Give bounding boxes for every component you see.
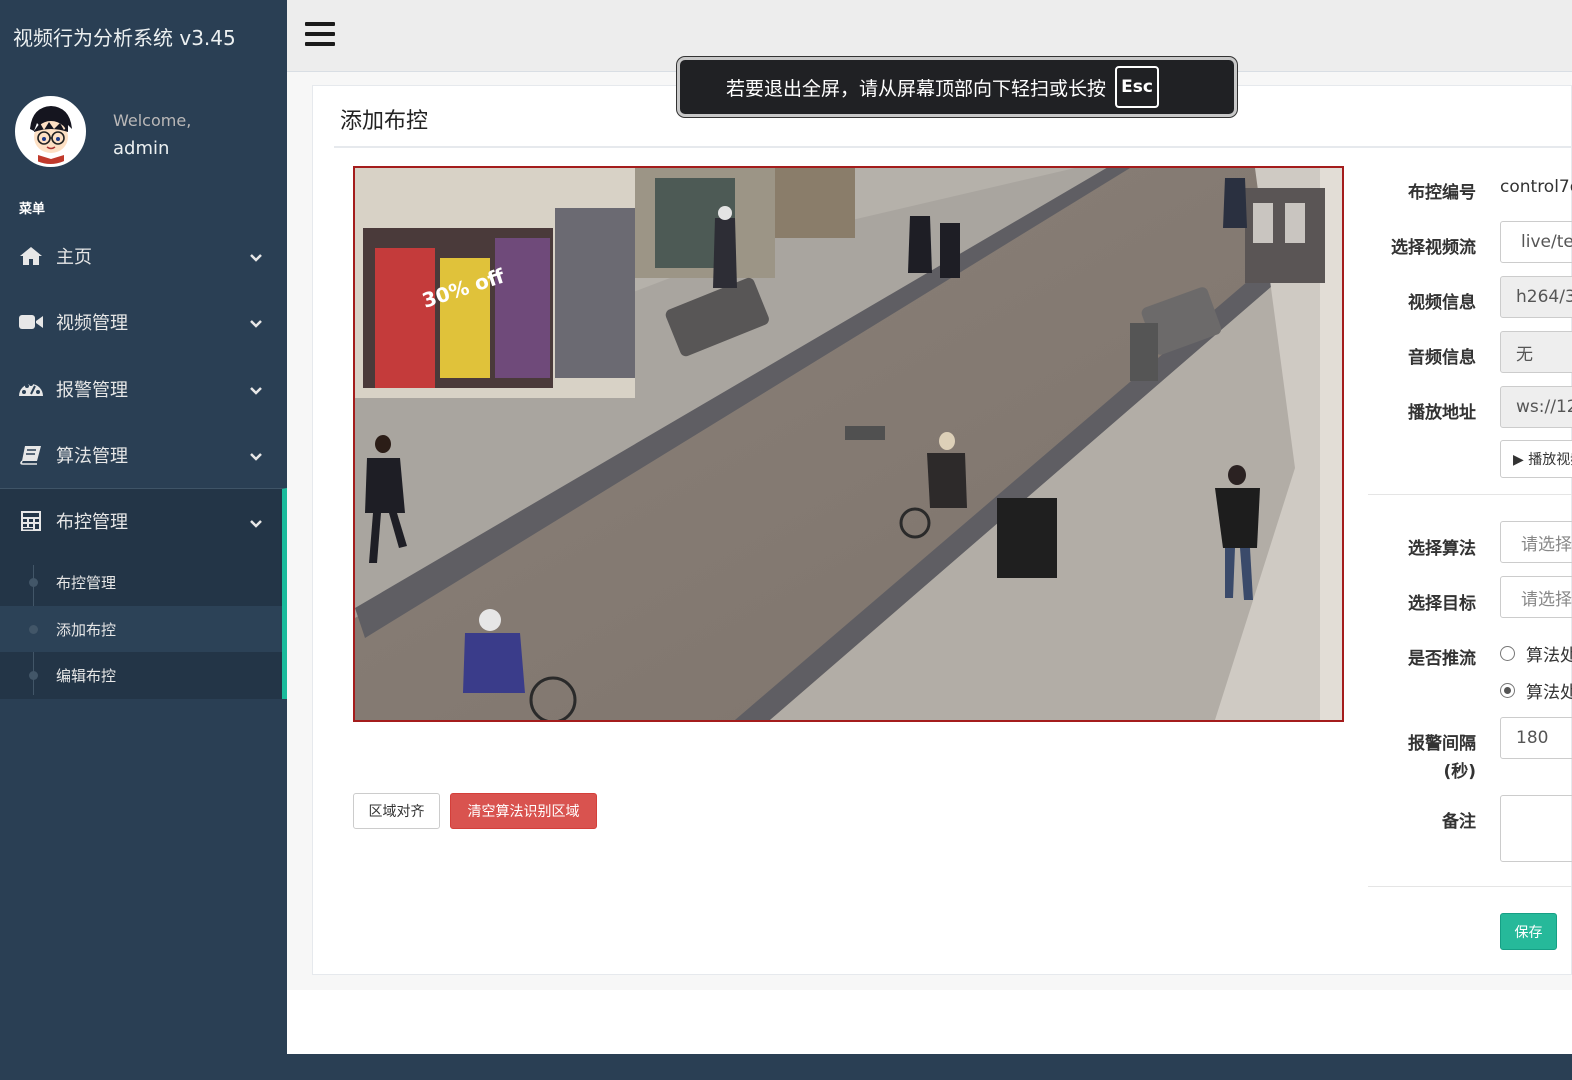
app-title[interactable]: 视频行为分析系统 v3.45 [13,22,236,51]
alarm-interval-label: 报警间隔 [1408,734,1476,754]
sidebar: 视频行为分析系统 v3.45 Welcome, admin 菜单 主页 视频管理… [0,0,287,1080]
video-info-field: h264/3 [1500,276,1572,318]
sidebar-item-video-management[interactable]: 视频管理 [0,289,287,355]
sub-item-label: 添加布控 [56,620,117,639]
sidebar-item-control-management[interactable]: 布控管理 [0,488,287,554]
chevron-down-icon [249,446,263,467]
remark-label: 备注 [1442,812,1476,832]
video-stream-label: 选择视频流 [1391,238,1476,258]
chevron-down-icon [249,380,263,401]
avatar [15,96,86,167]
sub-menu: 布控管理 添加布控 编辑布控 [0,553,287,699]
bullet-icon [29,670,38,680]
form-divider [1368,886,1572,887]
algorithm-label: 选择算法 [1408,539,1476,559]
chevron-down-icon [249,313,263,334]
dashboard-icon [18,378,44,400]
sidebar-item-label: 主页 [56,247,92,268]
play-url-field: ws://12 [1500,386,1572,428]
sidebar-item-label: 报警管理 [56,380,128,401]
page-title: 添加布控 [340,109,429,134]
bullet-icon [29,624,38,634]
bullet-icon [29,577,38,587]
video-info-label: 视频信息 [1408,293,1476,313]
sidebar-item-alarm-management[interactable]: 报警管理 [0,356,287,422]
menu-toggle-icon[interactable] [305,22,335,48]
audio-info-label: 音频信息 [1408,348,1476,368]
welcome-text: Welcome, [113,111,192,130]
video-stream-select[interactable]: live/te [1500,221,1572,263]
sub-item-label: 编辑布控 [56,666,117,685]
chevron-down-icon [249,247,263,268]
fullscreen-toast: 若要退出全屏，请从屏幕顶部向下轻扫或长按 Esc [677,57,1237,117]
video-player[interactable]: 30% off [353,166,1344,722]
calculator-icon [18,510,44,532]
radio-label: 算法处 [1526,646,1572,666]
target-label: 选择目标 [1408,594,1476,614]
chevron-down-icon [249,513,263,534]
sidebar-item-label: 视频管理 [56,313,128,334]
sub-item-label: 布控管理 [56,573,117,592]
save-button[interactable]: 保存 [1500,913,1557,950]
radio-label: 算法处 [1526,683,1572,703]
sidebar-item-label: 布控管理 [56,512,128,533]
target-select[interactable]: 请选择 [1500,576,1572,618]
video-camera-icon [18,311,44,333]
alarm-interval-input[interactable]: 180 [1500,717,1572,759]
push-stream-option-1[interactable]: 算法处 [1500,641,1572,666]
sidebar-item-home[interactable]: 主页 [0,223,287,289]
book-icon [18,444,44,466]
menu-heading: 菜单 [19,202,46,217]
sub-item-control-list[interactable]: 布控管理 [0,559,282,605]
bottom-bar [287,1054,1572,1080]
algorithm-select[interactable]: 请选择 [1500,521,1572,563]
audio-info-field: 无 [1500,331,1572,373]
control-code-label: 布控编号 [1408,183,1476,203]
sub-item-edit-control[interactable]: 编辑布控 [0,652,282,698]
sidebar-item-algorithm-management[interactable]: 算法管理 [0,422,287,488]
form-divider [1368,494,1572,495]
play-url-label: 播放地址 [1408,403,1476,423]
align-region-button[interactable]: 区域对齐 [353,793,440,829]
clear-region-button[interactable]: 清空算法识别区域 [450,793,597,829]
toast-message: 若要退出全屏，请从屏幕顶部向下轻扫或长按 [726,77,1107,100]
radio-unchecked-icon[interactable] [1500,646,1515,661]
sidebar-item-label: 算法管理 [56,446,128,467]
sub-item-add-control[interactable]: 添加布控 [0,606,282,652]
title-divider [334,146,1572,148]
radio-checked-icon[interactable] [1500,683,1515,698]
remark-textarea[interactable] [1500,795,1572,862]
esc-key-badge: Esc [1115,66,1160,108]
play-video-button[interactable]: ▶ 播放视频 [1500,440,1572,478]
control-code-value: control7e [1500,177,1572,197]
footer [287,990,1572,1054]
push-stream-label: 是否推流 [1408,649,1476,669]
home-icon [18,245,44,267]
alarm-interval-unit: (秒) [1443,762,1476,782]
push-stream-option-2[interactable]: 算法处 [1500,678,1572,703]
username: admin [113,138,170,159]
